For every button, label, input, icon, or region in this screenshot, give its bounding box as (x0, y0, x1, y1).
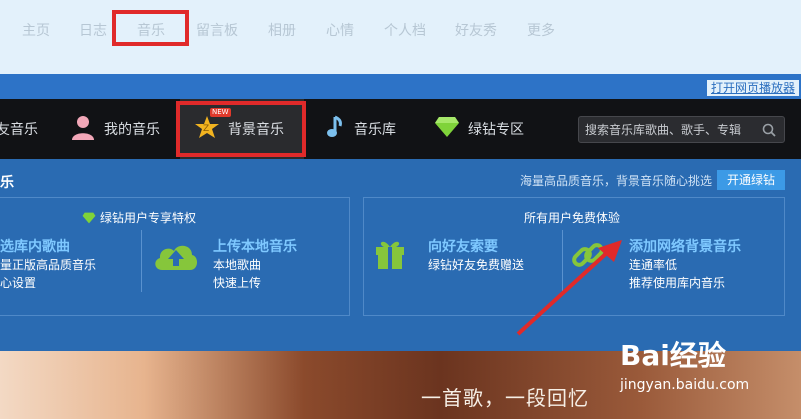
tab-background-music-label: 背景音乐 (228, 122, 284, 138)
gift-icon (373, 236, 407, 274)
open-green-diamond-button[interactable]: 开通绿钻 (717, 170, 785, 190)
watermark-url: jingyan.baidu.com (620, 377, 750, 393)
diamond-icon (82, 209, 96, 228)
divider (141, 230, 142, 292)
tab-friend-music[interactable]: 友音乐 (0, 99, 38, 159)
annotation-arrow-icon (516, 240, 622, 336)
open-web-player-link[interactable]: 打开网页播放器 (706, 80, 799, 96)
diamond-icon (434, 116, 460, 142)
feature-desc: 推荐使用库内音乐 (629, 276, 726, 290)
free-card-header: 所有用户免费体验 (524, 211, 621, 225)
tab-my-music-label: 我的音乐 (104, 122, 160, 138)
top-nav: 主页 日志 音乐 留言板 相册 心情 个人档 好友秀 更多 (0, 0, 801, 74)
promo-text: 海量高品质音乐，背景音乐随心挑选 (520, 174, 713, 188)
feature-desc: 连通率低 (629, 258, 678, 272)
tab-music-library[interactable]: 音乐库 (326, 99, 396, 159)
vip-card-header: 绿钻用户专享特权 (100, 211, 197, 225)
tab-green-diamond-label: 绿钻专区 (468, 122, 524, 138)
search-icon[interactable] (762, 122, 776, 141)
tab-green-diamond[interactable]: 绿钻专区 (434, 99, 524, 159)
svg-text:Z: Z (203, 124, 209, 134)
nav-blog[interactable]: 日志 (79, 20, 107, 42)
nav-message-board[interactable]: 留言板 (196, 20, 238, 42)
music-search-input[interactable] (579, 117, 761, 142)
nav-home[interactable]: 主页 (22, 20, 50, 42)
music-note-icon (326, 114, 346, 144)
panel-title: 乐 (0, 175, 14, 191)
upload-cloud-icon (152, 238, 200, 276)
nav-mood[interactable]: 心情 (326, 20, 354, 42)
tab-music-library-label: 音乐库 (354, 122, 396, 138)
nav-album[interactable]: 相册 (268, 20, 296, 42)
feature-desc: 快速上传 (213, 276, 262, 290)
nav-more[interactable]: 更多 (527, 20, 555, 42)
nav-friends[interactable]: 好友秀 (455, 20, 497, 42)
feature-desc: 量正版高品质音乐 (0, 258, 97, 272)
tab-my-music[interactable]: 我的音乐 (70, 99, 160, 159)
header-strip (0, 74, 801, 99)
user-icon (70, 114, 96, 144)
feature-desc: 本地歌曲 (213, 258, 262, 272)
select-library-song-link[interactable]: 选库内歌曲 (0, 236, 70, 256)
new-badge: NEW (210, 108, 231, 117)
star-icon: Z NEW (194, 108, 231, 144)
baidu-watermark: Bai经验 jingyan.baidu.com (620, 334, 749, 393)
nav-music[interactable]: 音乐 (137, 20, 165, 42)
nav-profile[interactable]: 个人档 (384, 20, 426, 42)
watermark-logo: Bai经验 (620, 339, 726, 372)
banner-slogan: 一首歌，一段回忆 (421, 386, 589, 410)
tab-friend-music-label: 友音乐 (0, 122, 38, 138)
music-search (578, 116, 785, 143)
add-web-music-link[interactable]: 添加网络背景音乐 (629, 236, 741, 256)
ask-friend-link[interactable]: 向好友索要 (428, 236, 498, 256)
upload-local-music-link[interactable]: 上传本地音乐 (213, 236, 297, 256)
tab-background-music[interactable]: Z NEW 背景音乐 (180, 99, 304, 159)
feature-desc: 心设置 (0, 276, 37, 290)
